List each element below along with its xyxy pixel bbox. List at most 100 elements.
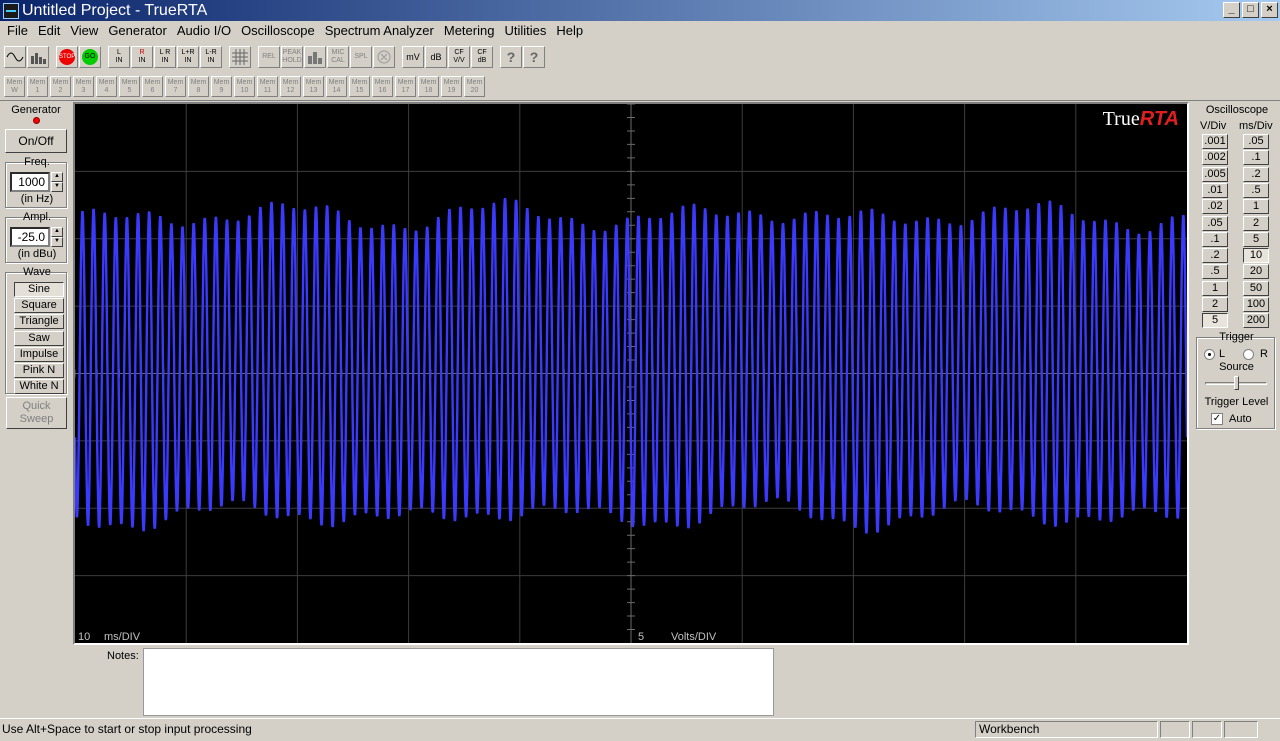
menu-edit[interactable]: Edit: [33, 23, 65, 38]
cf-db-button[interactable]: CF dB: [471, 46, 493, 68]
vdiv-button[interactable]: .1: [1202, 231, 1228, 247]
wave-impulse-button[interactable]: Impulse: [14, 347, 64, 362]
frequency-input[interactable]: 1000: [10, 172, 50, 192]
peak-hold-button[interactable]: PEAK HOLD: [281, 46, 303, 68]
memory-slot-button[interactable]: Mem 14: [326, 76, 347, 97]
memory-slot-button[interactable]: Mem 16: [372, 76, 393, 97]
msdiv-button[interactable]: .5: [1243, 182, 1269, 198]
vdiv-button[interactable]: .02: [1202, 199, 1228, 215]
memory-slot-button[interactable]: Mem 17: [395, 76, 416, 97]
msdiv-button[interactable]: 1: [1243, 199, 1269, 215]
context-help-button[interactable]: ?: [523, 46, 545, 68]
memory-slot-button[interactable]: Mem 11: [257, 76, 278, 97]
menu-oscilloscope[interactable]: Oscilloscope: [236, 23, 320, 38]
left-input-button[interactable]: L IN: [108, 46, 130, 68]
wave-triangle-button[interactable]: Triangle: [14, 314, 64, 329]
help-button[interactable]: ?: [500, 46, 522, 68]
right-input-button[interactable]: R IN: [131, 46, 153, 68]
trigger-source-left-radio[interactable]: [1204, 349, 1215, 360]
quick-sweep-button[interactable]: Quick Sweep: [6, 397, 67, 429]
left-minus-right-input-button[interactable]: L-R IN: [200, 46, 222, 68]
menu-spectrum-analyzer[interactable]: Spectrum Analyzer: [320, 23, 439, 38]
vdiv-button[interactable]: .01: [1202, 182, 1228, 198]
vdiv-button[interactable]: .005: [1202, 166, 1228, 182]
vdiv-button[interactable]: 2: [1202, 297, 1228, 312]
generator-onoff-button[interactable]: On/Off: [5, 129, 67, 153]
menu-view[interactable]: View: [65, 23, 103, 38]
menu-file[interactable]: File: [2, 23, 33, 38]
frequency-spinner[interactable]: ▲ ▼: [51, 172, 63, 192]
left-plus-right-input-button[interactable]: L+R IN: [177, 46, 199, 68]
msdiv-button[interactable]: 50: [1243, 280, 1269, 296]
memory-slot-button[interactable]: Mem W: [4, 76, 25, 97]
memory-slot-button[interactable]: Mem 4: [96, 76, 117, 97]
spin-down-icon[interactable]: ▼: [51, 182, 63, 192]
memory-slot-button[interactable]: Mem 10: [234, 76, 255, 97]
memory-slot-button[interactable]: Mem 3: [73, 76, 94, 97]
decibel-button[interactable]: dB: [425, 46, 447, 68]
relative-button[interactable]: REL: [258, 46, 280, 68]
memory-slot-button[interactable]: Mem 6: [142, 76, 163, 97]
cf-vv-button[interactable]: CF V/V: [448, 46, 470, 68]
grid-toggle-button[interactable]: [229, 46, 251, 68]
average-button[interactable]: [304, 46, 326, 68]
vdiv-button[interactable]: .002: [1202, 150, 1228, 166]
memory-slot-button[interactable]: Mem 8: [188, 76, 209, 97]
memory-slot-button[interactable]: Mem 7: [165, 76, 186, 97]
wave-pink-noise-button[interactable]: Pink N: [14, 363, 64, 378]
trigger-source-right-radio[interactable]: [1243, 349, 1254, 360]
menu-utilities[interactable]: Utilities: [499, 23, 551, 38]
memory-slot-button[interactable]: Mem 19: [441, 76, 462, 97]
menu-generator[interactable]: Generator: [103, 23, 172, 38]
left-right-input-button[interactable]: L R IN: [154, 46, 176, 68]
spin-up-icon[interactable]: ▲: [51, 227, 63, 237]
memory-slot-button[interactable]: Mem 9: [211, 76, 232, 97]
memory-slot-button[interactable]: Mem 12: [280, 76, 301, 97]
close-button[interactable]: ×: [1261, 2, 1278, 18]
msdiv-button[interactable]: .2: [1243, 166, 1269, 182]
memory-slot-button[interactable]: Mem 1: [27, 76, 48, 97]
menu-metering[interactable]: Metering: [439, 23, 500, 38]
oscilloscope-display[interactable]: TrueRTA 10 ms/DIV 5 Volts/DIV: [73, 102, 1189, 645]
memory-slot-button[interactable]: Mem 2: [50, 76, 71, 97]
menu-help[interactable]: Help: [551, 23, 588, 38]
spectrum-mode-button[interactable]: [27, 46, 49, 68]
minimize-button[interactable]: _: [1223, 2, 1240, 18]
menu-audio-io[interactable]: Audio I/O: [172, 23, 236, 38]
vdiv-button[interactable]: .5: [1202, 264, 1228, 280]
trigger-auto-checkbox[interactable]: ✓: [1211, 413, 1223, 425]
msdiv-button[interactable]: 5: [1243, 231, 1269, 247]
msdiv-button[interactable]: 20: [1243, 264, 1269, 280]
amplitude-spinner[interactable]: ▲ ▼: [51, 227, 63, 247]
spl-button[interactable]: SPL: [350, 46, 372, 68]
vdiv-button[interactable]: .2: [1202, 248, 1228, 264]
msdiv-button[interactable]: .1: [1243, 150, 1269, 166]
memory-slot-button[interactable]: Mem 13: [303, 76, 324, 97]
wave-white-noise-button[interactable]: White N: [14, 379, 64, 394]
notes-textarea[interactable]: [143, 648, 774, 716]
memory-slot-button[interactable]: Mem 15: [349, 76, 370, 97]
msdiv-button[interactable]: 100: [1243, 297, 1269, 312]
amplitude-input[interactable]: -25.0: [10, 227, 50, 247]
maximize-button[interactable]: □: [1242, 2, 1259, 18]
vdiv-button[interactable]: .001: [1202, 134, 1228, 149]
spin-up-icon[interactable]: ▲: [51, 172, 63, 182]
vdiv-button[interactable]: 5: [1202, 313, 1228, 329]
mic-cal-button[interactable]: MIC CAL: [327, 46, 349, 68]
memory-slot-button[interactable]: Mem 18: [418, 76, 439, 97]
stop-button[interactable]: STOP: [56, 46, 78, 68]
msdiv-button[interactable]: 10: [1243, 248, 1269, 264]
msdiv-button[interactable]: 2: [1243, 215, 1269, 231]
meter-button[interactable]: [373, 46, 395, 68]
memory-slot-button[interactable]: Mem 5: [119, 76, 140, 97]
wave-saw-button[interactable]: Saw: [14, 331, 64, 346]
wave-square-button[interactable]: Square: [14, 298, 64, 313]
msdiv-button[interactable]: 200: [1243, 313, 1269, 329]
millivolts-button[interactable]: mV: [402, 46, 424, 68]
go-button[interactable]: GO: [79, 46, 101, 68]
vdiv-button[interactable]: .05: [1202, 215, 1228, 231]
spin-down-icon[interactable]: ▼: [51, 237, 63, 247]
msdiv-button[interactable]: .05: [1243, 134, 1269, 149]
vdiv-button[interactable]: 1: [1202, 280, 1228, 296]
memory-slot-button[interactable]: Mem 20: [464, 76, 485, 97]
